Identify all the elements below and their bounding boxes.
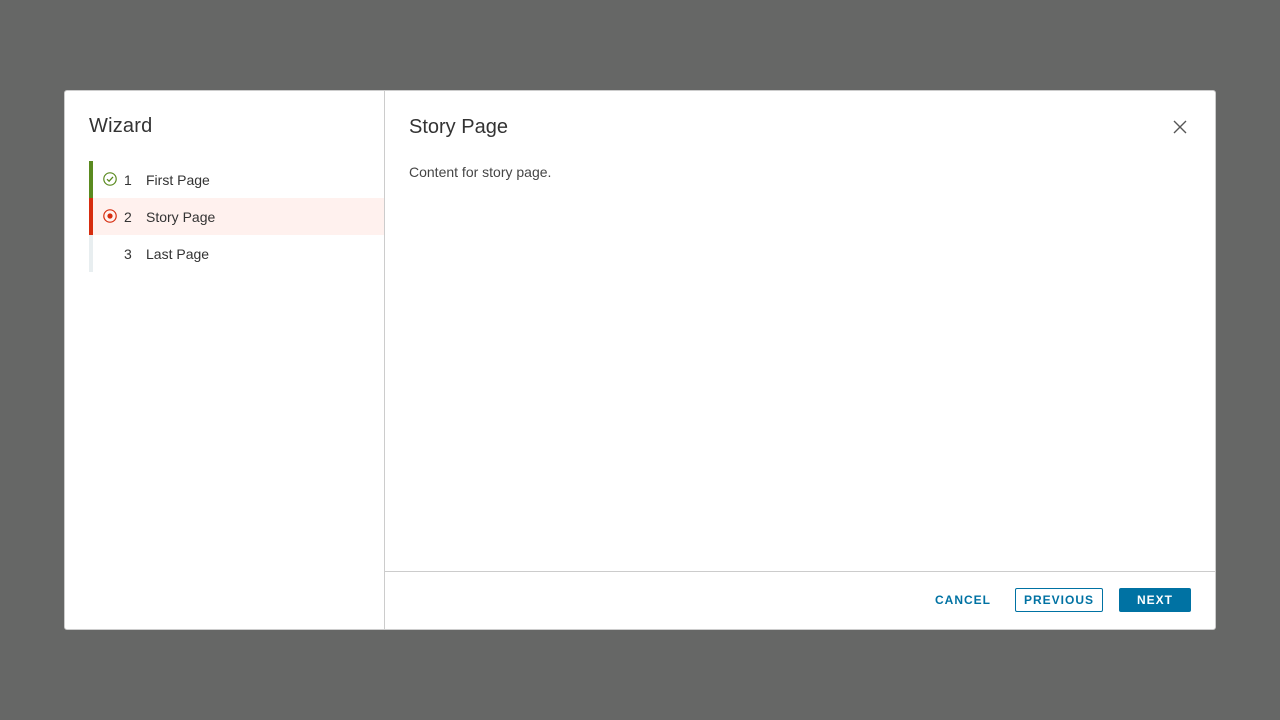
page-body-text: Content for story page.: [409, 164, 552, 180]
wizard-modal: Wizard 1 First Page 2 Story Page 3 Last …: [64, 90, 1216, 630]
page-title: Story Page: [409, 116, 508, 138]
check-circle-icon: [103, 172, 117, 186]
step-label: Story Page: [146, 208, 216, 225]
step-story-page[interactable]: 2 Story Page: [89, 198, 384, 235]
dot-circle-icon: [103, 209, 117, 223]
step-number: 3: [124, 245, 132, 262]
wizard-footer: CANCEL PREVIOUS NEXT: [385, 571, 1215, 629]
step-label: Last Page: [146, 245, 210, 262]
step-last-page[interactable]: 3 Last Page: [89, 235, 384, 272]
cancel-button[interactable]: CANCEL: [921, 588, 1005, 612]
step-number: 2: [124, 208, 132, 225]
previous-button[interactable]: PREVIOUS: [1015, 588, 1103, 612]
step-number: 1: [124, 171, 132, 188]
step-progress-bar: [89, 161, 93, 198]
wizard-content: Story Page Content for story page. CANCE…: [385, 91, 1215, 629]
step-label: First Page: [146, 171, 210, 188]
step-progress-bar: [89, 235, 93, 272]
step-list: 1 First Page 2 Story Page 3 Last Page: [89, 161, 384, 272]
next-button[interactable]: NEXT: [1119, 588, 1191, 612]
step-first-page[interactable]: 1 First Page: [89, 161, 384, 198]
wizard-step-nav: Wizard 1 First Page 2 Story Page 3 Last …: [65, 91, 385, 629]
close-button[interactable]: [1171, 118, 1189, 136]
wizard-title: Wizard: [89, 115, 153, 137]
step-progress-bar: [89, 198, 93, 235]
close-icon: [1173, 120, 1187, 134]
